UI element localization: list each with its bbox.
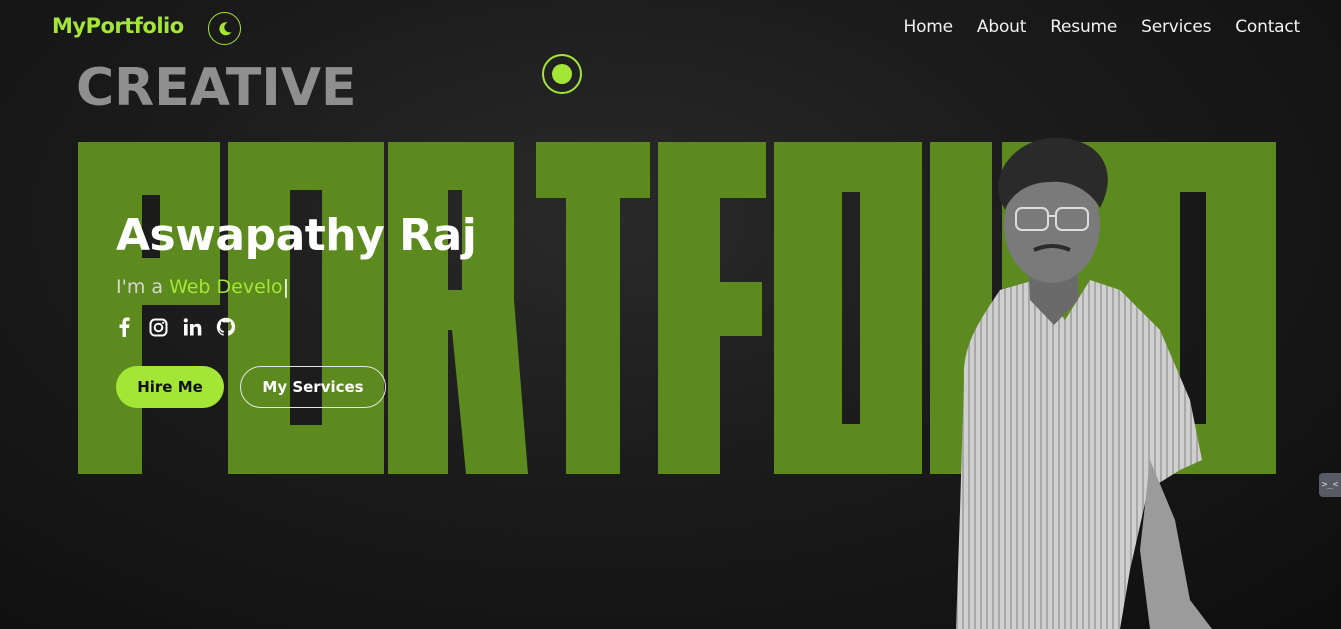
tagline-role: Web Develo xyxy=(169,276,283,298)
side-widget-tab[interactable]: >_< xyxy=(1319,473,1341,497)
facebook-icon[interactable] xyxy=(114,316,134,338)
letter-r xyxy=(388,142,528,474)
custom-cursor xyxy=(542,54,582,94)
tagline-prefix: I'm a xyxy=(116,276,170,298)
nav-home[interactable]: Home xyxy=(904,17,954,37)
instagram-icon[interactable] xyxy=(148,316,168,338)
letter-p xyxy=(78,142,220,474)
nav-resume[interactable]: Resume xyxy=(1050,17,1117,37)
typing-caret: | xyxy=(282,276,290,298)
main-nav: Home About Resume Services Contact xyxy=(904,17,1301,37)
nav-services[interactable]: Services xyxy=(1141,17,1211,37)
nav-about[interactable]: About xyxy=(977,17,1026,37)
nav-contact[interactable]: Contact xyxy=(1235,17,1300,37)
moon-icon xyxy=(218,21,231,35)
theme-toggle-button[interactable] xyxy=(208,12,241,45)
letter-t xyxy=(536,142,650,474)
hero-eyebrow: CREATIVE xyxy=(76,58,357,118)
my-services-button[interactable]: My Services xyxy=(240,366,386,408)
cursor-dot xyxy=(552,64,572,84)
hire-me-button[interactable]: Hire Me xyxy=(116,366,224,408)
site-logo[interactable]: MyPortfolio xyxy=(52,14,184,38)
github-icon[interactable] xyxy=(216,316,236,338)
letter-o xyxy=(228,142,384,474)
hero-name: Aswapathy Raj xyxy=(116,210,477,261)
letter-f xyxy=(658,142,766,474)
hero-tagline: I'm a Web Develo| xyxy=(116,276,289,298)
linkedin-icon[interactable] xyxy=(182,316,202,338)
page: MyPortfolio Home About Resume Services C… xyxy=(0,0,1341,629)
social-links xyxy=(114,316,236,338)
letter-o-2 xyxy=(774,142,922,474)
profile-photo xyxy=(956,137,1212,629)
